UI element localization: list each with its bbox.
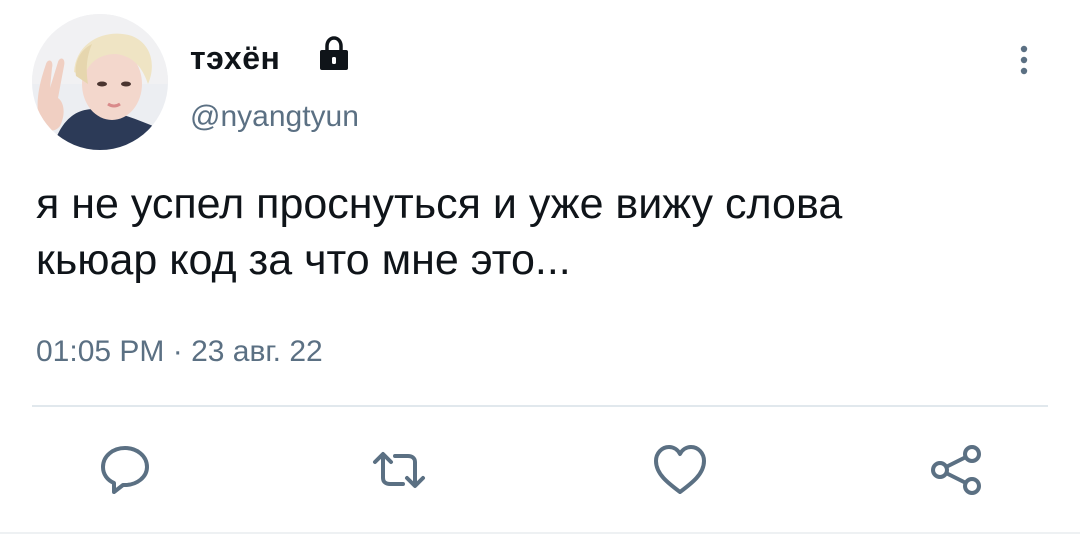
bottom-divider bbox=[0, 532, 1080, 534]
share-button[interactable] bbox=[926, 440, 986, 500]
reply-button[interactable] bbox=[95, 440, 155, 500]
lock-icon bbox=[317, 35, 351, 73]
share-icon bbox=[931, 445, 981, 495]
heart-icon bbox=[654, 445, 706, 494]
display-name[interactable]: тэхён bbox=[190, 40, 280, 76]
more-options-icon[interactable] bbox=[1004, 40, 1044, 80]
tweet-card: тэхён @nyangtyun я не успел проснуться и… bbox=[0, 0, 1080, 540]
retweet-button[interactable] bbox=[369, 440, 429, 500]
retweet-icon bbox=[373, 452, 425, 488]
tweet-text: я не успел проснуться и уже вижу слова к… bbox=[36, 180, 843, 284]
avatar-image bbox=[32, 14, 168, 150]
avatar[interactable] bbox=[32, 14, 168, 150]
user-handle[interactable]: @nyangtyun bbox=[190, 100, 359, 134]
tweet-timestamp[interactable]: 01:05 PM · 23 авг. 22 bbox=[36, 332, 323, 372]
like-button[interactable] bbox=[650, 440, 710, 500]
divider bbox=[32, 405, 1048, 407]
reply-icon bbox=[101, 446, 149, 494]
